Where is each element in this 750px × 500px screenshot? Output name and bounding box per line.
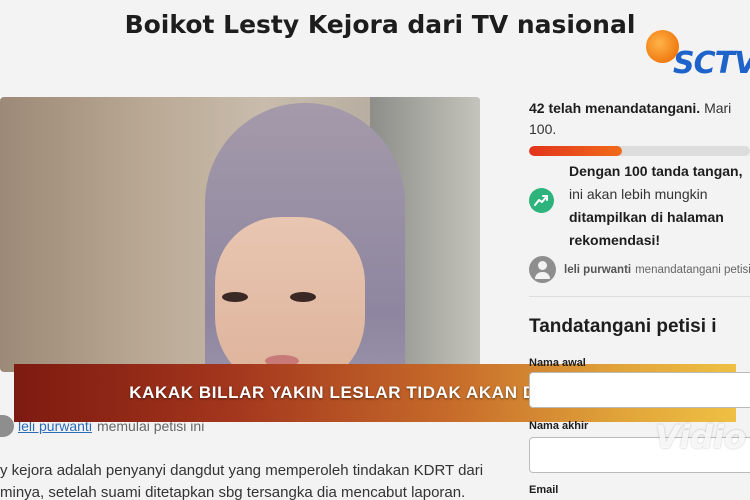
photo-eye-left <box>222 292 248 302</box>
description-line: minya, setelah suami ditetapkan sbg ters… <box>0 484 466 500</box>
signature-goal-text: Mari <box>704 100 732 116</box>
petition-description: y kejora adalah penyanyi dangdut yang me… <box>0 460 500 500</box>
signature-count: 42 telah menandatangani. Mari 100. <box>529 98 750 140</box>
user-avatar-icon <box>529 256 556 283</box>
recent-signer: leli purwanti menandatangani petisi <box>529 256 750 283</box>
signature-goal-number: 100. <box>529 121 557 137</box>
divider <box>529 296 750 297</box>
milestone-line: Dengan 100 tanda tangan, <box>569 163 743 179</box>
petition-title: Boikot Lesty Kejora dari TV nasional <box>124 10 636 39</box>
petition-photo <box>0 97 480 372</box>
milestone-line: ditampilkan di halaman <box>569 209 724 225</box>
description-line: y kejora adalah penyanyi dangdut yang me… <box>0 462 484 479</box>
signature-progress-fill <box>529 146 622 156</box>
recent-signer-name: leli purwanti <box>564 263 632 276</box>
first-name-field[interactable] <box>529 372 750 408</box>
vidio-watermark: Vidio <box>655 418 747 456</box>
sign-form-title: Tandatangani petisi i <box>529 316 717 337</box>
trending-up-icon <box>529 188 554 213</box>
milestone-line: rekomendasi! <box>569 232 661 248</box>
email-label: Email <box>529 484 559 496</box>
sctv-logo: SCTV <box>643 30 750 82</box>
first-name-label: Nama awal <box>529 357 586 369</box>
recent-signer-action: menandatangani petisi <box>635 263 750 276</box>
milestone-line: ini akan lebih mungkin <box>569 186 708 202</box>
milestone-message: Dengan 100 tanda tangan, ini akan lebih … <box>569 160 750 252</box>
signature-count-text: 42 telah menandatangani. <box>529 100 701 116</box>
photo-eye-right <box>290 292 316 302</box>
signature-progress-bar <box>529 146 750 156</box>
last-name-label: Nama akhir <box>529 420 589 432</box>
avatar <box>0 415 14 437</box>
logo-text: SCTV <box>673 46 750 81</box>
